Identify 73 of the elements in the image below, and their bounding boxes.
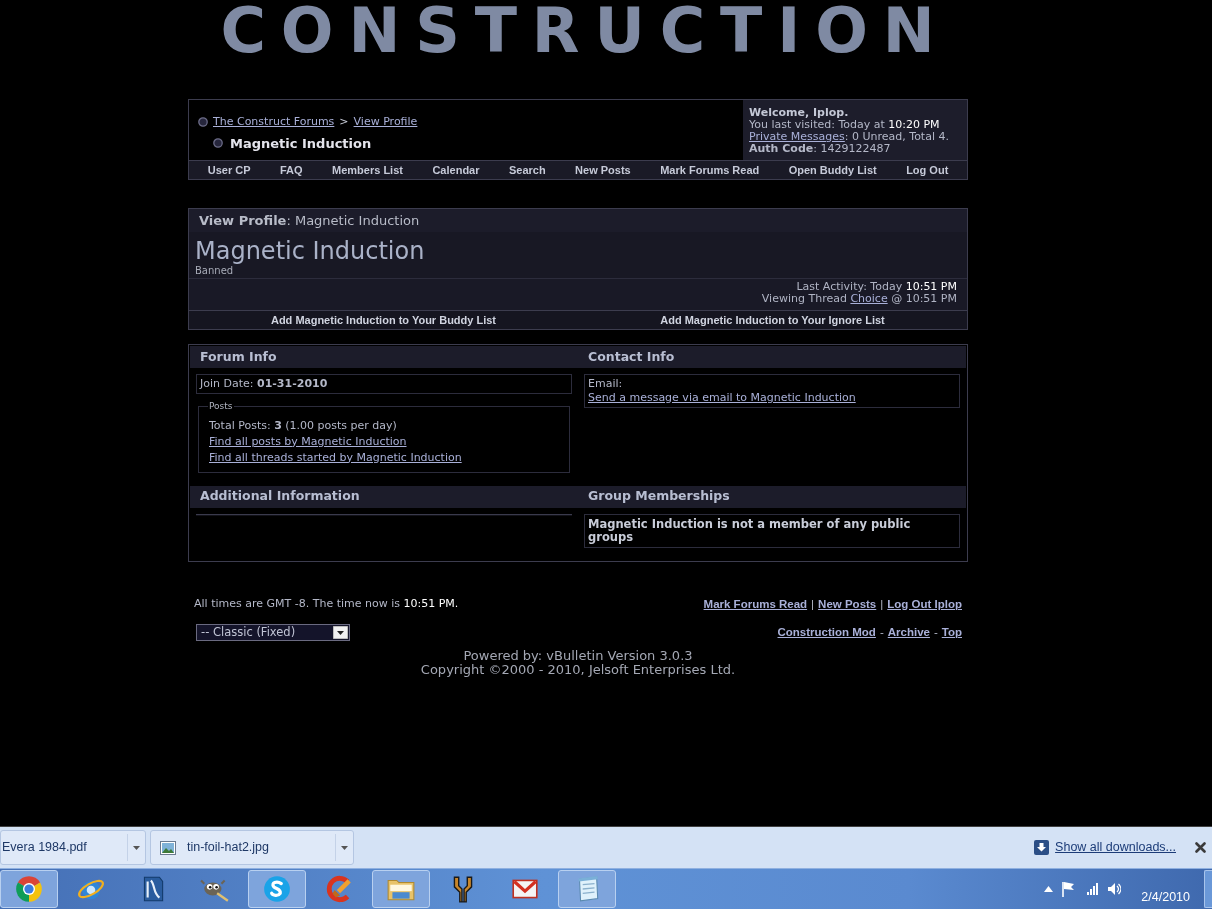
profile-action-link[interactable]: Add Magnetic Induction to Your Buddy List [270, 313, 497, 326]
join-date-text: Join Date: 01-31-2010 [200, 375, 328, 392]
group-membership-text: Magnetic Induction is not a member of any public groups [588, 516, 911, 544]
link-separator: - [879, 624, 884, 640]
nav-link[interactable]: Mark Forums Read [645, 161, 774, 179]
caret-icon [341, 845, 348, 850]
link-separator: - [933, 624, 938, 640]
private-messages-text: Private Messages: 0 Unread, Total 4. [749, 131, 950, 143]
image-file-icon [160, 840, 176, 855]
bullet-icon [198, 117, 208, 128]
viewing-thread-text: Viewing Thread Choice @ 10:51 PM [760, 293, 957, 305]
caret-icon [133, 845, 140, 850]
taskbar-date[interactable]: 2/4/2010 [1141, 888, 1190, 907]
footer-link[interactable]: Construction Mod [777, 623, 876, 641]
email-label: Email: [588, 377, 623, 391]
nav-link[interactable]: FAQ [265, 161, 318, 179]
signal-bars-icon[interactable] [1087, 883, 1100, 895]
nav-link[interactable]: Members List [317, 161, 418, 179]
close-icon[interactable] [1195, 842, 1206, 853]
total-posts-text: Total Posts: 3 (1.00 posts per day) [209, 417, 397, 434]
profile-action-link[interactable]: Add Magnetic Induction to Your Ignore List [660, 313, 885, 326]
style-select[interactable]: -- Classic (Fixed) [196, 623, 350, 641]
welcome-text: Welcome, Iplop. [749, 107, 850, 119]
download-item[interactable]: Evera 1984.pdf [0, 830, 146, 865]
download-item[interactable]: tin-foil-hat2.jpg [150, 830, 354, 865]
link-separator: | [811, 596, 815, 612]
taskbar-button[interactable] [372, 870, 430, 908]
powered-by-text: Powered by: vBulletin Version 3.0.3 [463, 649, 693, 663]
email-link[interactable]: Send a message via email to Magnetic Induction [588, 391, 856, 405]
nav-link[interactable]: Log Out [891, 161, 964, 179]
speaker-icon[interactable] [1107, 882, 1122, 896]
section-title: Additional Information [200, 487, 360, 506]
private-messages-link[interactable]: Private Messages [749, 130, 845, 143]
footer-link[interactable]: New Posts [818, 595, 877, 613]
site-logo: CONSTRUCTION [220, 0, 950, 62]
profile-heading: View Profile: Magnetic Induction [199, 211, 420, 230]
user-title-text: Banned [195, 265, 235, 276]
section-title: Group Memberships [588, 487, 730, 506]
last-activity-text: Last Activity: Today 10:51 PM [795, 281, 957, 293]
breadcrumb-link[interactable]: The Construct Forums [213, 114, 335, 131]
segmented-circle-icon [14, 874, 44, 904]
footer-link[interactable]: Log Out Iplop [887, 595, 962, 613]
section-title: Forum Info [200, 347, 277, 366]
brush-icon [324, 874, 354, 904]
page-title: Magnetic Induction [230, 134, 372, 153]
fieldset-legend: Posts [208, 400, 234, 414]
find-posts-link[interactable]: Find all posts by Magnetic Induction [209, 433, 407, 450]
circle-swirl-icon [262, 874, 292, 904]
breadcrumb-link[interactable]: View Profile [353, 114, 418, 131]
flag-icon[interactable] [1061, 881, 1076, 897]
chevron-up-icon[interactable] [1044, 886, 1054, 892]
section-title: Contact Info [588, 347, 675, 366]
bullet-icon [213, 138, 223, 149]
footer-link[interactable]: Top [941, 623, 962, 641]
username-text: Magnetic Induction [195, 237, 426, 265]
show-all-downloads-link[interactable]: Show all downloads... [1055, 838, 1176, 857]
thread-link[interactable]: Choice [850, 292, 888, 305]
copyright-text: Copyright ©2000 - 2010, Jelsoft Enterprises Ltd. [420, 663, 736, 677]
footer-link[interactable]: Archive [887, 623, 930, 641]
download-icon [1034, 840, 1050, 855]
nav-link[interactable]: New Posts [560, 161, 646, 179]
last-visited-text: You last visited: Today at 10:20 PM [749, 119, 941, 131]
breadcrumb-separator: > [339, 114, 349, 130]
nav-link[interactable]: Search [494, 161, 561, 179]
find-posts-link[interactable]: Find all threads started by Magnetic Induction [209, 449, 462, 466]
caret-icon [333, 625, 348, 639]
timezone-text: All times are GMT -8. The time now is 10:51 PM. [194, 595, 459, 612]
nav-link[interactable]: User CP [193, 161, 266, 179]
nav-link[interactable]: Open Buddy List [773, 161, 892, 179]
link-separator: | [880, 596, 884, 612]
auth-code-text: Auth Code: 1429122487 [749, 143, 892, 155]
nav-link[interactable]: Calendar [417, 161, 495, 179]
footer-link[interactable]: Mark Forums Read [703, 595, 808, 613]
